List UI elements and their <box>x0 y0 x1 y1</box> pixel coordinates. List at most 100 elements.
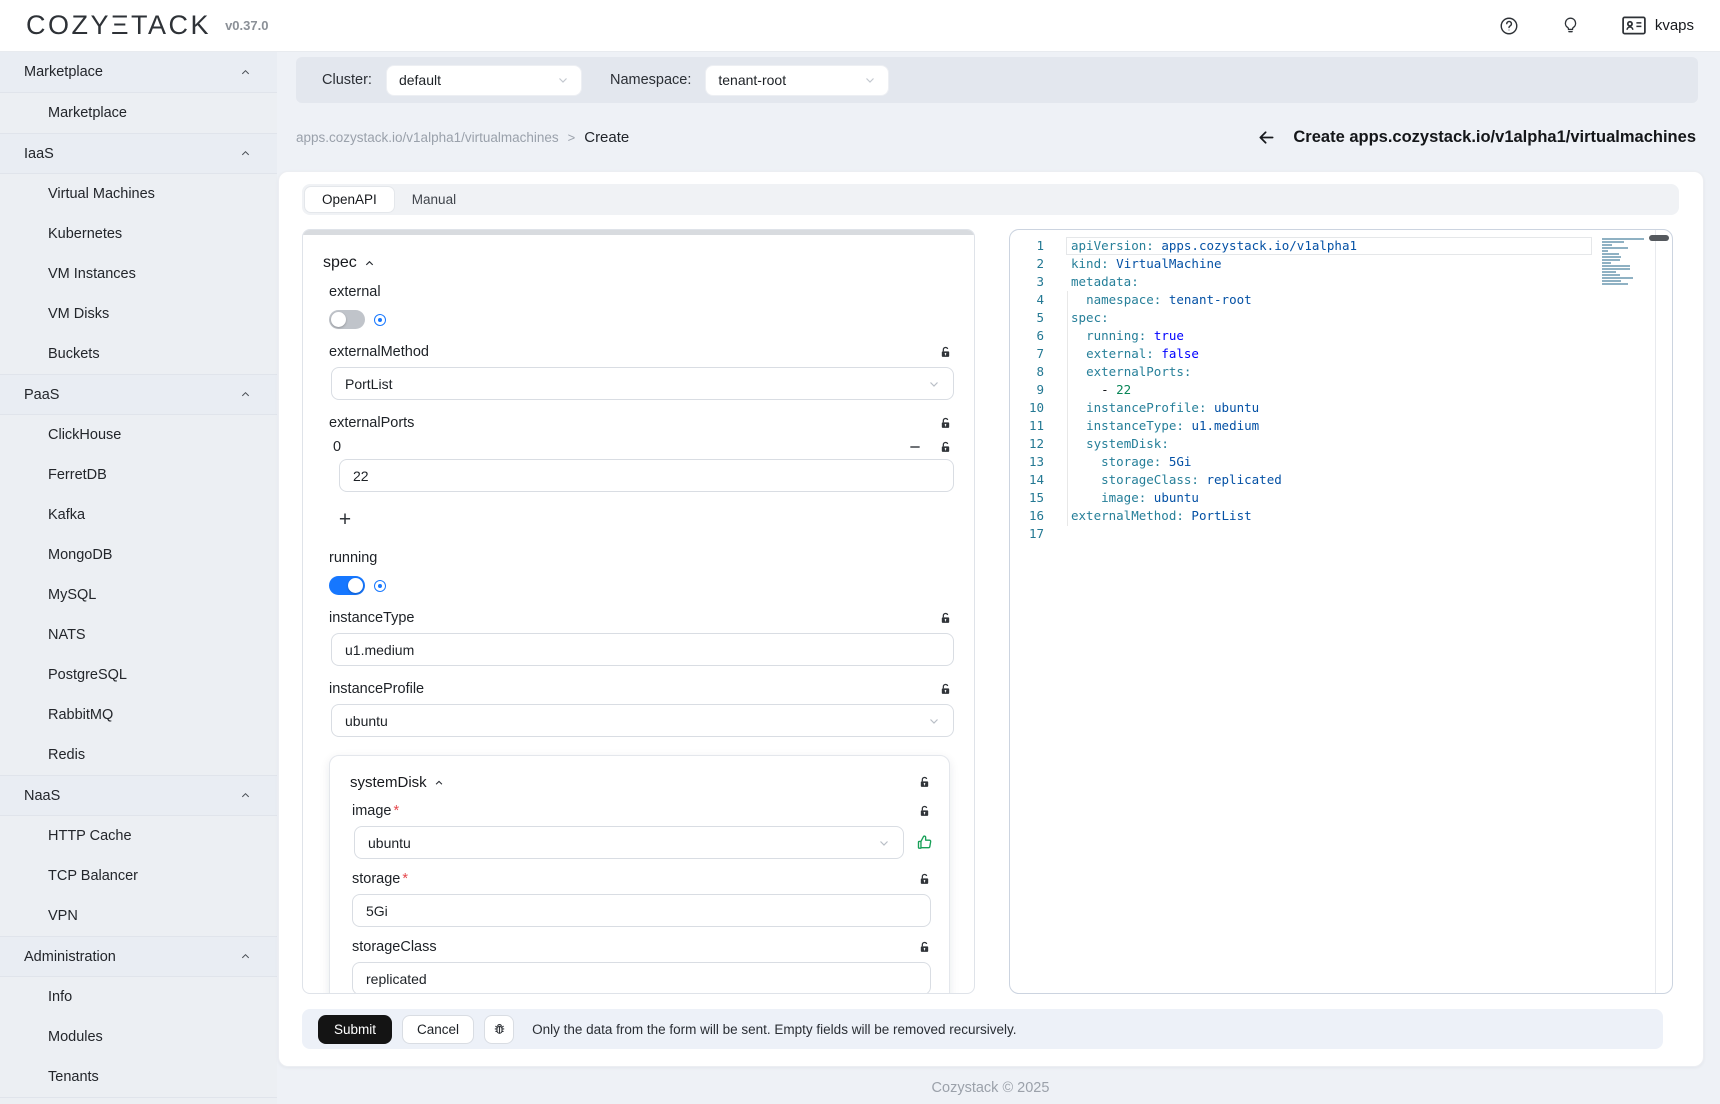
sidebar-item-mongodb[interactable]: MongoDB <box>0 535 277 575</box>
editor-line[interactable]: 4 namespace: tenant-root <box>1010 291 1672 309</box>
editor-line[interactable]: 12 systemDisk: <box>1010 435 1672 453</box>
unlock-icon[interactable] <box>939 612 952 625</box>
editor-line[interactable]: 6 running: true <box>1010 327 1672 345</box>
cluster-select[interactable]: default <box>386 65 582 96</box>
theme-bulb-icon[interactable] <box>1561 16 1580 35</box>
storage-input[interactable]: 5Gi <box>352 894 931 927</box>
help-icon[interactable] <box>1499 16 1519 36</box>
line-number: 7 <box>1010 345 1044 363</box>
editor-line[interactable]: 17 <box>1010 525 1672 543</box>
cancel-button[interactable]: Cancel <box>402 1015 474 1044</box>
chevron-down-icon <box>557 74 569 86</box>
sidebar-item-nats[interactable]: NATS <box>0 615 277 655</box>
sidebar-item-vpn[interactable]: VPN <box>0 896 277 936</box>
unlock-icon[interactable] <box>939 441 952 454</box>
tab-manual[interactable]: Manual <box>395 186 473 213</box>
chevron-up-icon <box>240 148 251 159</box>
external-toggle[interactable] <box>329 310 365 329</box>
editor-line[interactable]: 14 storageClass: replicated <box>1010 471 1672 489</box>
line-number: 1 <box>1010 237 1044 255</box>
sidebar-item-kubernetes[interactable]: Kubernetes <box>0 214 277 254</box>
editor-line[interactable]: 16externalMethod: PortList <box>1010 507 1672 525</box>
externalMethod-value: PortList <box>345 376 392 392</box>
sidebar-section-administration[interactable]: Administration <box>0 936 277 977</box>
sidebar-section-paas[interactable]: PaaS <box>0 374 277 415</box>
yaml-editor[interactable]: 1apiVersion: apps.cozystack.io/v1alpha12… <box>1009 229 1673 994</box>
sidebar-item-postgresql[interactable]: PostgreSQL <box>0 655 277 695</box>
submit-button[interactable]: Submit <box>318 1015 392 1044</box>
sidebar-item-tenants[interactable]: Tenants <box>0 1057 277 1097</box>
sidebar-item-vm-instances[interactable]: VM Instances <box>0 254 277 294</box>
sidebar-item-http-cache[interactable]: HTTP Cache <box>0 816 277 856</box>
page-title: Create apps.cozystack.io/v1alpha1/virtua… <box>1293 128 1696 147</box>
app-logo[interactable]: COZYΞTACK <box>26 10 211 41</box>
unlock-icon[interactable] <box>918 941 931 954</box>
unlock-icon[interactable] <box>939 683 952 696</box>
back-arrow-icon[interactable] <box>1256 127 1277 148</box>
externalMethod-select[interactable]: PortList <box>331 367 954 400</box>
instanceProfile-select[interactable]: ubuntu <box>331 704 954 737</box>
port-value-input[interactable]: 22 <box>339 459 954 492</box>
editor-line[interactable]: 1apiVersion: apps.cozystack.io/v1alpha1 <box>1010 237 1672 255</box>
line-number: 3 <box>1010 273 1044 291</box>
breadcrumb-resource-link[interactable]: apps.cozystack.io/v1alpha1/virtualmachin… <box>296 130 559 145</box>
chevron-down-icon <box>864 74 876 86</box>
user-chip[interactable]: kvaps <box>1622 16 1694 35</box>
editor-line[interactable]: 2kind: VirtualMachine <box>1010 255 1672 273</box>
openapi-form-panel: spec external externalMethod <box>302 229 975 994</box>
editor-line[interactable]: 7 external: false <box>1010 345 1672 363</box>
line-number: 8 <box>1010 363 1044 381</box>
sidebar-section-naas[interactable]: NaaS <box>0 775 277 816</box>
line-number: 12 <box>1010 435 1044 453</box>
storageClass-input[interactable]: replicated <box>352 962 931 994</box>
editor-line[interactable]: 3metadata: <box>1010 273 1672 291</box>
systemDisk-section-toggle[interactable]: systemDisk <box>350 774 444 791</box>
sidebar-item-redis[interactable]: Redis <box>0 735 277 775</box>
sidebar-item-ferretdb[interactable]: FerretDB <box>0 455 277 495</box>
sidebar-item-virtual-machines[interactable]: Virtual Machines <box>0 174 277 214</box>
unlock-icon[interactable] <box>939 417 952 430</box>
sidebar-item-mysql[interactable]: MySQL <box>0 575 277 615</box>
editor-scrollbar-handle[interactable] <box>1649 235 1669 241</box>
running-toggle[interactable] <box>329 576 365 595</box>
sidebar-item-kafka[interactable]: Kafka <box>0 495 277 535</box>
sidebar-item-modules[interactable]: Modules <box>0 1017 277 1057</box>
line-number: 4 <box>1010 291 1044 309</box>
editor-line[interactable]: 11 instanceType: u1.medium <box>1010 417 1672 435</box>
line-code: externalMethod: PortList <box>1044 507 1252 525</box>
image-select[interactable]: ubuntu <box>354 826 904 859</box>
editor-line[interactable]: 5spec: <box>1010 309 1672 327</box>
sidebar-item-clickhouse[interactable]: ClickHouse <box>0 415 277 455</box>
unlock-icon[interactable] <box>918 805 931 818</box>
editor-line[interactable]: 10 instanceProfile: ubuntu <box>1010 399 1672 417</box>
sidebar-item-vm-disks[interactable]: VM Disks <box>0 294 277 334</box>
sidebar-item-marketplace[interactable]: Marketplace <box>0 93 277 133</box>
spec-section-toggle[interactable]: spec <box>323 254 956 272</box>
required-marker: * <box>402 871 408 887</box>
add-port-button[interactable]: + <box>333 508 357 532</box>
systemDisk-section-label: systemDisk <box>350 774 427 791</box>
unlock-icon[interactable] <box>918 776 931 789</box>
tab-openapi[interactable]: OpenAPI <box>304 186 395 213</box>
sidebar-section-marketplace[interactable]: Marketplace <box>0 52 277 93</box>
editor-line[interactable]: 13 storage: 5Gi <box>1010 453 1672 471</box>
editor-line[interactable]: 9 - 22 <box>1010 381 1672 399</box>
editor-line[interactable]: 8 externalPorts: <box>1010 363 1672 381</box>
sidebar-item-info[interactable]: Info <box>0 977 277 1017</box>
remove-port-button[interactable] <box>907 439 923 455</box>
editor-line[interactable]: 15 image: ubuntu <box>1010 489 1672 507</box>
debug-button[interactable] <box>484 1015 514 1044</box>
breadcrumb-separator: > <box>568 130 576 145</box>
line-code: instanceType: u1.medium <box>1044 417 1259 435</box>
editor-minimap[interactable] <box>1602 238 1648 289</box>
sidebar-item-tcp-balancer[interactable]: TCP Balancer <box>0 856 277 896</box>
sidebar-section-iaas[interactable]: IaaS <box>0 133 277 174</box>
instanceType-input[interactable]: u1.medium <box>331 633 954 666</box>
namespace-select[interactable]: tenant-root <box>705 65 889 96</box>
unlock-icon[interactable] <box>939 346 952 359</box>
sidebar-item-rabbitmq[interactable]: RabbitMQ <box>0 695 277 735</box>
sidebar-item-buckets[interactable]: Buckets <box>0 334 277 374</box>
sidebar-section-label: NaaS <box>24 788 60 804</box>
unlock-icon[interactable] <box>918 873 931 886</box>
editor-scrollbar-track <box>1655 230 1656 993</box>
